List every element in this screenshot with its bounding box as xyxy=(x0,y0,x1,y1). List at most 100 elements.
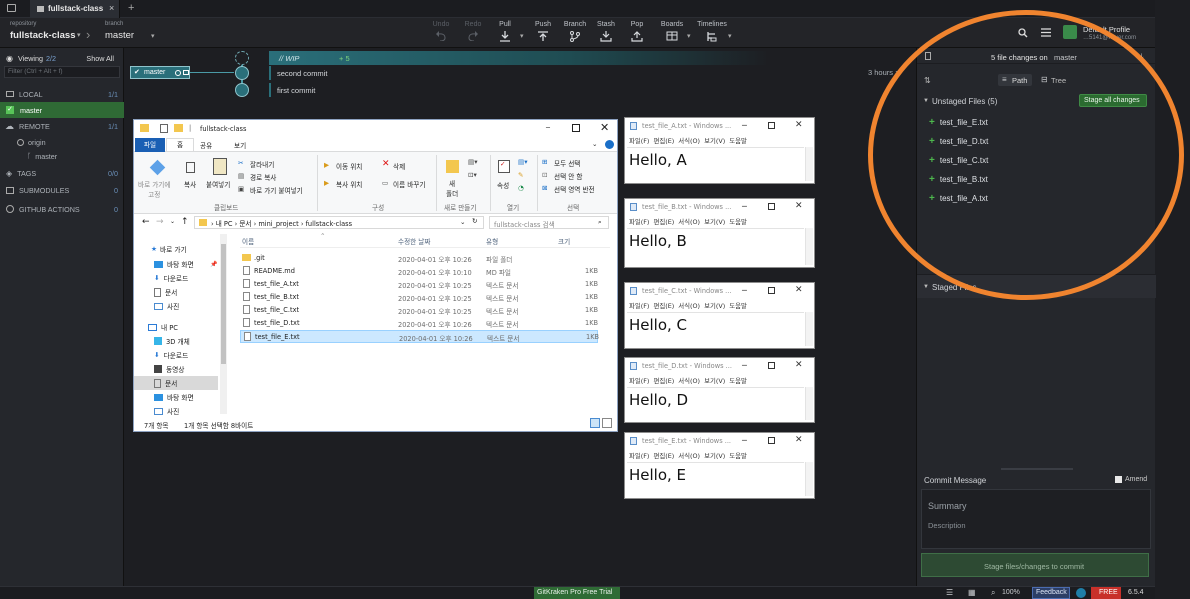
zoom-icon[interactable]: ⌕ xyxy=(991,588,995,598)
branch-tag-master[interactable]: ✔ master xyxy=(130,66,190,79)
breadcrumb-item[interactable]: 문서 xyxy=(239,220,251,228)
commit-row[interactable]: first commit xyxy=(269,83,869,97)
nav-documents-pc[interactable]: 문서 xyxy=(134,376,218,390)
submodules-section[interactable]: SUBMODULES 0 xyxy=(0,182,124,198)
redo-button[interactable]: Redo xyxy=(456,21,490,41)
scroll-thumb[interactable] xyxy=(221,244,226,364)
column-name[interactable]: 이름 xyxy=(242,236,254,246)
notepad-menu[interactable]: 파일(F) 편집(E) 서식(O) 보기(V) 도움말 xyxy=(629,217,747,226)
column-type[interactable]: 유형 xyxy=(486,236,498,246)
copy-to-button[interactable]: 복사 위치 xyxy=(336,179,362,189)
minimize-icon[interactable]: ─ xyxy=(546,124,550,132)
notepad-menu[interactable]: 파일(F) 편집(E) 서식(O) 보기(V) 도움말 xyxy=(629,136,747,145)
file-row[interactable]: .git 2020-04-01 오후 10:26 파일 폴더 xyxy=(240,252,598,265)
large-icons-view-icon[interactable] xyxy=(602,418,612,428)
copy-path-button[interactable]: 경로 복사 xyxy=(250,172,276,182)
minimize-icon[interactable]: ─ xyxy=(742,286,747,295)
close-icon[interactable]: ✕ xyxy=(600,121,609,134)
sidebar-item-master[interactable]: ✓ master xyxy=(0,102,124,118)
pop-button[interactable]: Pop xyxy=(620,21,654,42)
minimize-icon[interactable]: ─ xyxy=(742,121,747,130)
breadcrumb-item[interactable]: 내 PC xyxy=(216,220,233,228)
up-icon[interactable]: ↑ xyxy=(181,217,189,227)
close-icon[interactable]: ✕ xyxy=(795,120,803,130)
calendar-icon[interactable]: ▦ xyxy=(968,588,976,597)
move-to-button[interactable]: 이동 위치 xyxy=(336,161,362,171)
column-size[interactable]: 크기 xyxy=(558,236,570,246)
address-bar[interactable]: › 내 PC › 문서 › mini_project › fullstack-c… xyxy=(194,216,484,229)
new-folder-icon[interactable] xyxy=(174,124,183,132)
maximize-icon[interactable] xyxy=(768,287,775,294)
invert-selection-button[interactable]: 선택 영역 반전 xyxy=(554,184,595,194)
undo-button[interactable]: Undo xyxy=(424,21,458,41)
pull-button[interactable]: Pull xyxy=(488,21,522,42)
sidebar-item-origin-master[interactable]: ᚴ master xyxy=(0,148,124,164)
delete-button[interactable]: 삭제 xyxy=(393,161,405,171)
nav-3d-objects[interactable]: 3D 개체 xyxy=(154,334,190,348)
nav-documents[interactable]: 문서 xyxy=(154,285,177,299)
filter-input[interactable]: Filter (Ctrl + Alt + f) xyxy=(4,66,120,78)
minimize-icon[interactable]: ─ xyxy=(742,202,747,211)
recent-icon[interactable]: ⌄ xyxy=(170,218,175,225)
help-icon[interactable] xyxy=(605,140,614,149)
breadcrumb-item[interactable]: mini_project xyxy=(258,220,298,228)
tab-home[interactable]: 홈 xyxy=(166,138,194,152)
new-folder-button[interactable]: 새 폴더 xyxy=(446,178,458,198)
minimize-icon[interactable]: ─ xyxy=(742,361,747,370)
minimize-icon[interactable]: ─ xyxy=(742,436,747,445)
tab-file[interactable]: 파일 xyxy=(135,138,165,152)
remote-section[interactable]: ☁ REMOTE 1/1 xyxy=(0,118,124,134)
maximize-icon[interactable] xyxy=(768,203,775,210)
zoom-level[interactable]: 100% xyxy=(1002,589,1020,596)
properties-icon[interactable] xyxy=(160,124,168,133)
branch-selector[interactable]: master xyxy=(105,30,134,41)
scrollbar[interactable] xyxy=(805,312,813,346)
show-all-button[interactable]: Show All xyxy=(86,54,114,63)
scrollbar[interactable] xyxy=(805,147,813,181)
tags-section[interactable]: ◈ TAGS 0/0 xyxy=(0,165,124,181)
repo-chevron-icon[interactable]: ▾ xyxy=(77,31,81,39)
branch-chevron-icon[interactable]: ▾ xyxy=(151,32,155,40)
nav-pictures[interactable]: 사진 xyxy=(154,299,179,313)
file-row[interactable]: test_file_E.txt 2020-04-01 오후 10:26 텍스트 문서… xyxy=(240,330,599,343)
commit-row[interactable]: second commit xyxy=(269,66,869,80)
amend-checkbox[interactable] xyxy=(1115,476,1122,483)
file-row[interactable]: test_file_A.txt 2020-04-01 오후 10:25 텍스트 문서… xyxy=(240,278,598,291)
tab-share[interactable]: 공유 xyxy=(200,140,212,150)
close-icon[interactable]: ✕ xyxy=(795,360,803,370)
close-icon[interactable]: ✕ xyxy=(795,201,803,211)
nav-this-pc[interactable]: 내 PC xyxy=(148,320,178,334)
github-actions-section[interactable]: GITHUB ACTIONS 0 xyxy=(0,201,124,217)
tab-view[interactable]: 보기 xyxy=(234,140,246,150)
timelines-chevron-icon[interactable]: ▾ xyxy=(728,32,732,40)
notepad-menu[interactable]: 파일(F) 편집(E) 서식(O) 보기(V) 도움말 xyxy=(629,301,747,310)
copy-button[interactable]: 복사 xyxy=(184,179,196,189)
tab-close-icon[interactable]: × xyxy=(109,3,114,13)
rename-button[interactable]: 이름 바꾸기 xyxy=(393,179,425,189)
select-none-button[interactable]: 선택 안 함 xyxy=(554,171,582,181)
breadcrumb-item[interactable]: fullstack-class xyxy=(306,220,352,228)
trial-button[interactable]: GitKraken Pro Free Trial xyxy=(534,587,620,599)
commit-node[interactable] xyxy=(235,66,249,80)
maximize-icon[interactable] xyxy=(572,124,580,132)
folder-icon[interactable] xyxy=(7,4,16,12)
file-row[interactable]: test_file_C.txt 2020-04-01 오후 10:25 텍스트 문서… xyxy=(240,304,598,317)
local-section[interactable]: LOCAL 1/1 xyxy=(0,86,124,102)
scrollbar[interactable] xyxy=(805,462,813,496)
nav-videos[interactable]: 동영상 xyxy=(154,362,184,376)
timelines-button[interactable]: Timelines xyxy=(695,21,729,42)
pin-button[interactable]: 바로 가기에 고정 xyxy=(138,179,170,199)
notepad-menu[interactable]: 파일(F) 편집(E) 서식(O) 보기(V) 도움말 xyxy=(629,451,747,460)
cut-button[interactable]: 잘라내기 xyxy=(250,159,274,169)
maximize-icon[interactable] xyxy=(768,437,775,444)
notepad-menu[interactable]: 파일(F) 편집(E) 서식(O) 보기(V) 도움말 xyxy=(629,376,747,385)
summary-input[interactable]: Summary Description xyxy=(921,489,1151,549)
scrollbar[interactable] xyxy=(805,387,813,420)
scrollbar[interactable] xyxy=(805,228,813,265)
file-row[interactable]: test_file_D.txt 2020-04-01 오후 10:26 텍스트 문서… xyxy=(240,317,598,330)
info-icon[interactable] xyxy=(1076,588,1086,598)
nav-desktop-pc[interactable]: 바탕 화면 xyxy=(154,390,194,404)
branch-button[interactable]: Branch xyxy=(558,21,592,42)
file-row[interactable]: README.md 2020-04-01 오후 10:10 MD 파일 1KB xyxy=(240,265,598,278)
tab-repo[interactable]: fullstack-class × xyxy=(30,0,120,18)
